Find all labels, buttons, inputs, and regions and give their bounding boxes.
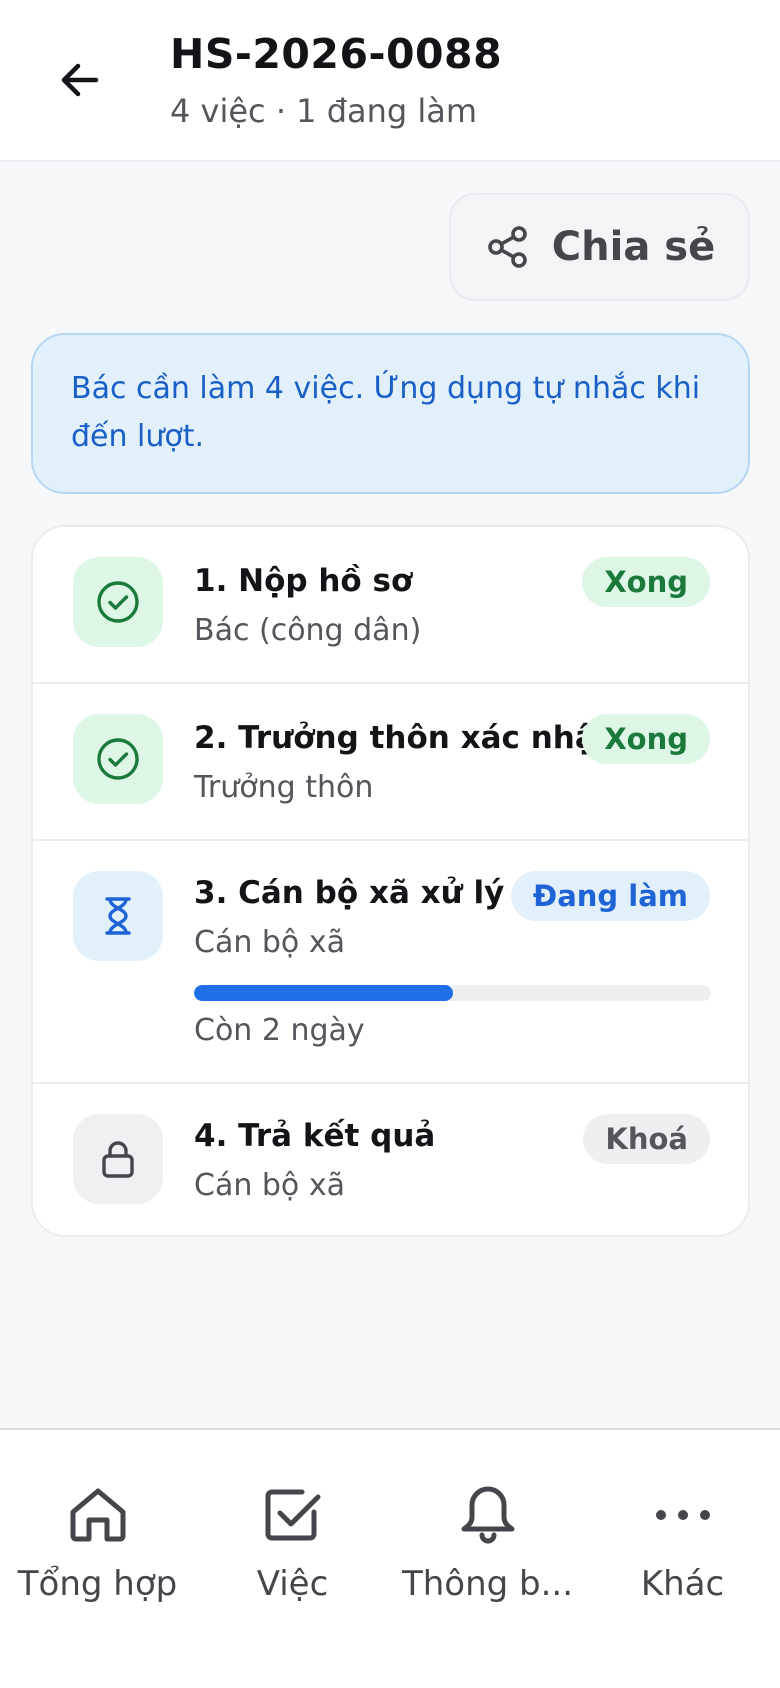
step-role: Bác (công dân) xyxy=(194,613,422,648)
bell-icon xyxy=(461,1486,514,1544)
lock-icon xyxy=(102,1141,134,1178)
more-horizontal-icon xyxy=(655,1510,710,1520)
nav-item-overview[interactable]: Tổng hợp xyxy=(0,1430,195,1604)
step-status-icon xyxy=(73,557,163,647)
share-label: Chia sẻ xyxy=(551,224,716,270)
checkbox-icon xyxy=(265,1489,320,1541)
arrow-left-icon xyxy=(61,63,99,97)
status-badge: Xong xyxy=(582,714,710,764)
step-title: 3. Cán bộ xã xử lý xyxy=(194,875,505,911)
nav-label: Khác xyxy=(640,1564,725,1604)
step-title: 1. Nộp hồ sơ xyxy=(194,563,413,599)
bottom-nav: Tổng hợp Việc Thông b... Khác xyxy=(0,1428,780,1688)
back-button[interactable] xyxy=(44,44,116,116)
home-icon xyxy=(70,1488,125,1542)
app-header: HS-2026-0088 4 việc · 1 đang làm xyxy=(0,0,780,162)
step-title: 2. Trưởng thôn xác nhận xyxy=(194,720,618,756)
progress-bar xyxy=(194,985,711,1001)
page-title: HS-2026-0088 xyxy=(170,30,503,78)
page-subtitle: 4 việc · 1 đang làm xyxy=(170,92,478,130)
nav-label: Thông b... xyxy=(401,1564,574,1604)
step-role: Cán bộ xã xyxy=(194,1168,345,1203)
nav-item-tasks[interactable]: Việc xyxy=(195,1430,390,1604)
info-banner: Bác cần làm 4 việc. Ứng dụng tự nhắc khi… xyxy=(31,333,750,494)
check-circle-icon xyxy=(97,738,139,780)
hourglass-icon xyxy=(105,897,131,935)
remaining-time: Còn 2 ngày xyxy=(194,1013,365,1048)
step-item-2[interactable]: 2. Trưởng thôn xác nhận Trưởng thôn Xong xyxy=(33,684,748,841)
nav-label: Việc xyxy=(256,1564,329,1604)
info-banner-text: Bác cần làm 4 việc. Ứng dụng tự nhắc khi… xyxy=(71,371,701,454)
step-status-icon xyxy=(73,871,163,961)
step-item-1[interactable]: 1. Nộp hồ sơ Bác (công dân) Xong xyxy=(33,527,748,684)
share-icon xyxy=(487,226,527,268)
step-title: 4. Trả kết quả xyxy=(194,1118,436,1154)
status-badge: Khoá xyxy=(583,1114,710,1164)
step-item-3[interactable]: 3. Cán bộ xã xử lý Cán bộ xã Đang làm Cò… xyxy=(33,841,748,1084)
step-status-icon xyxy=(73,1114,163,1204)
nav-item-notifications[interactable]: Thông b... xyxy=(390,1430,585,1604)
step-role: Cán bộ xã xyxy=(194,925,345,960)
step-role: Trưởng thôn xyxy=(194,770,374,805)
status-badge: Đang làm xyxy=(510,871,710,921)
step-status-icon xyxy=(73,714,163,804)
steps-list: 1. Nộp hồ sơ Bác (công dân) Xong 2. Trưở… xyxy=(31,525,750,1237)
nav-label: Tổng hợp xyxy=(17,1564,178,1604)
step-item-4[interactable]: 4. Trả kết quả Cán bộ xã Khoá xyxy=(33,1084,748,1235)
nav-item-more[interactable]: Khác xyxy=(585,1430,780,1604)
progress-bar-fill xyxy=(194,985,453,1001)
check-circle-icon xyxy=(97,581,139,623)
share-button[interactable]: Chia sẻ xyxy=(449,193,750,301)
status-badge: Xong xyxy=(582,557,710,607)
